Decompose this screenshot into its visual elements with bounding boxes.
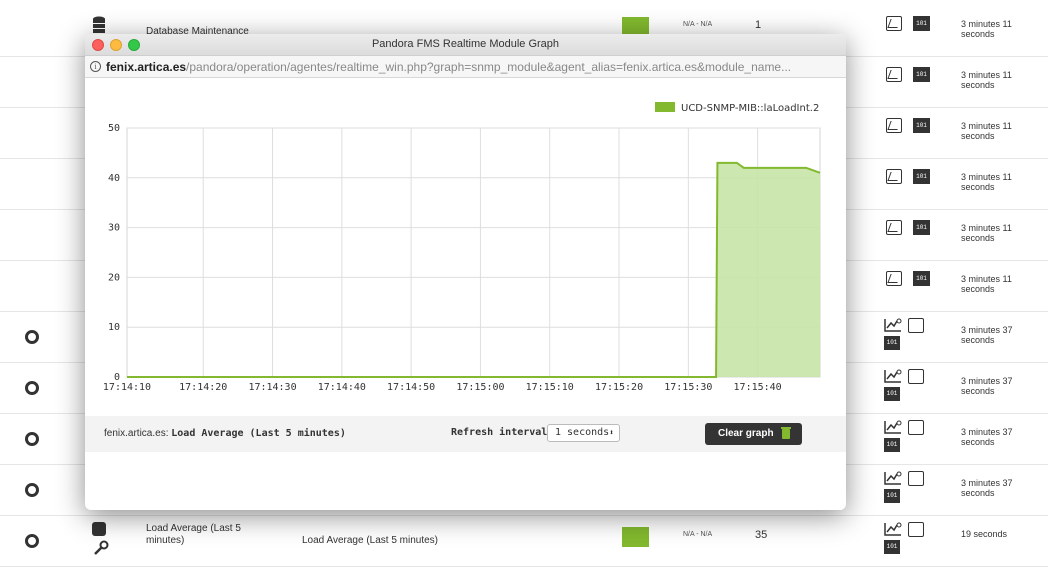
url-text[interactable]: fenix.artica.es/pandora/operation/agente… xyxy=(106,56,841,77)
raw-data-icon[interactable]: 101 xyxy=(913,220,930,235)
agent-module-label: fenix.artica.es: Load Average (Last 5 mi… xyxy=(104,428,346,439)
y-tick-label: 20 xyxy=(108,272,120,283)
clear-graph-label: Clear graph xyxy=(718,428,774,439)
graph-icon[interactable] xyxy=(908,471,924,486)
select-arrows-icon: ⬍ xyxy=(609,428,614,437)
graph-icon[interactable] xyxy=(886,271,902,286)
row-select-radio[interactable] xyxy=(25,330,39,344)
graph-icon[interactable] xyxy=(908,420,924,435)
raw-data-icon[interactable]: 101 xyxy=(884,438,900,452)
x-tick-label: 17:15:00 xyxy=(456,382,504,393)
x-tick-label: 17:14:40 xyxy=(318,382,366,393)
refresh-interval-select[interactable]: 1 seconds ⬍ xyxy=(547,424,620,442)
wrench-icon[interactable] xyxy=(93,540,109,556)
row-select-radio[interactable] xyxy=(25,483,39,497)
url-path: /pandora/operation/agentes/realtime_win.… xyxy=(186,60,792,74)
y-tick-label: 50 xyxy=(108,123,120,134)
x-tick-label: 17:15:10 xyxy=(526,382,574,393)
legend-label: UCD-SNMP-MIB::laLoadInt.2 xyxy=(681,103,819,114)
graph-icon[interactable] xyxy=(908,318,924,333)
agent-icon xyxy=(92,522,106,536)
last-contact: 3 minutes 11 seconds xyxy=(961,19,1012,39)
raw-data-icon[interactable]: 101 xyxy=(913,16,930,31)
module-interval: N/A - N/A xyxy=(683,531,713,538)
last-contact: 3 minutes 11 seconds xyxy=(961,274,1012,294)
last-contact: 3 minutes 11 seconds xyxy=(961,121,1012,141)
address-bar[interactable]: i fenix.artica.es/pandora/operation/agen… xyxy=(85,56,846,78)
graph-icon[interactable] xyxy=(886,67,902,82)
realtime-graph-icon[interactable] xyxy=(884,471,902,485)
status-indicator xyxy=(622,527,649,547)
y-tick-label: 40 xyxy=(108,173,120,184)
clear-graph-button[interactable]: Clear graph xyxy=(705,423,802,445)
graph-icon[interactable] xyxy=(886,169,902,184)
raw-data-icon[interactable]: 101 xyxy=(913,169,930,184)
module-data: 1 xyxy=(755,19,762,31)
x-tick-label: 17:14:20 xyxy=(179,382,227,393)
last-contact: 3 minutes 11 seconds xyxy=(961,70,1012,90)
row-select-radio[interactable] xyxy=(25,381,39,395)
raw-data-icon[interactable]: 101 xyxy=(913,271,930,286)
x-tick-label: 17:15:40 xyxy=(734,382,782,393)
raw-data-icon[interactable]: 101 xyxy=(913,67,930,82)
graph-icon[interactable] xyxy=(886,118,902,133)
module-name: Load Average (Last 5 minutes) xyxy=(171,428,346,439)
window-title: Pandora FMS Realtime Module Graph xyxy=(371,38,560,50)
trash-icon xyxy=(781,427,791,439)
last-contact: 3 minutes 37 seconds xyxy=(961,325,1013,345)
realtime-graph-icon[interactable] xyxy=(884,318,902,332)
window-titlebar: Pandora FMS Realtime Module Graph xyxy=(85,34,846,56)
database-icon xyxy=(93,16,105,33)
info-icon[interactable]: i xyxy=(90,61,101,72)
y-tick-label: 10 xyxy=(108,322,120,333)
refresh-interval-label: Refresh interval xyxy=(451,427,548,438)
refresh-interval-value: 1 seconds xyxy=(555,427,610,438)
graph-icon[interactable] xyxy=(908,522,924,537)
row-select-radio[interactable] xyxy=(25,534,39,548)
graph-footer: fenix.artica.es: Load Average (Last 5 mi… xyxy=(85,416,846,452)
realtime-chart: 17:14:10 17:14:20 17:14:30 17:14:40 17:14:50… xyxy=(103,102,821,393)
agent-name: fenix.artica.es: xyxy=(104,428,169,439)
x-tick-label: 17:15:20 xyxy=(595,382,643,393)
y-tick-label: 0 xyxy=(114,372,120,383)
realtime-graph-window: Pandora FMS Realtime Module Graph i feni… xyxy=(85,34,846,510)
legend-swatch xyxy=(655,102,675,112)
raw-data-icon[interactable]: 101 xyxy=(884,489,900,503)
realtime-graph-icon[interactable] xyxy=(884,522,902,536)
x-tick-label: 17:14:30 xyxy=(248,382,296,393)
module-name[interactable]: Load Average (Last 5 minutes) xyxy=(146,523,276,547)
raw-data-icon[interactable]: 101 xyxy=(884,387,900,401)
module-description: Load Average (Last 5 minutes) xyxy=(302,535,439,546)
module-interval: N/A - N/A xyxy=(683,21,713,28)
last-contact: 3 minutes 11 seconds xyxy=(961,223,1012,243)
y-tick-label: 30 xyxy=(108,223,120,234)
last-contact: 3 minutes 11 seconds xyxy=(961,172,1012,192)
graph-icon[interactable] xyxy=(886,220,902,235)
x-tick-label: 17:14:10 xyxy=(103,382,151,393)
graph-icon[interactable] xyxy=(908,369,924,384)
row-select-radio[interactable] xyxy=(25,432,39,446)
table-row: Load Average (Last 5 minutes) Load Averag… xyxy=(0,516,1048,567)
last-contact: 3 minutes 37 seconds xyxy=(961,427,1013,447)
url-host: fenix.artica.es xyxy=(106,60,187,74)
raw-data-icon[interactable]: 101 xyxy=(884,540,900,554)
x-tick-label: 17:14:50 xyxy=(387,382,435,393)
x-tick-label: 17:15:30 xyxy=(664,382,712,393)
last-contact: 3 minutes 37 seconds xyxy=(961,478,1013,498)
raw-data-icon[interactable]: 101 xyxy=(884,336,900,350)
last-contact: 3 minutes 37 seconds xyxy=(961,376,1013,396)
module-data: 35 xyxy=(755,529,768,541)
realtime-graph-icon[interactable] xyxy=(884,369,902,383)
raw-data-icon[interactable]: 101 xyxy=(913,118,930,133)
last-contact: 19 seconds xyxy=(961,529,1008,539)
realtime-graph-icon[interactable] xyxy=(884,420,902,434)
graph-icon[interactable] xyxy=(886,16,902,31)
